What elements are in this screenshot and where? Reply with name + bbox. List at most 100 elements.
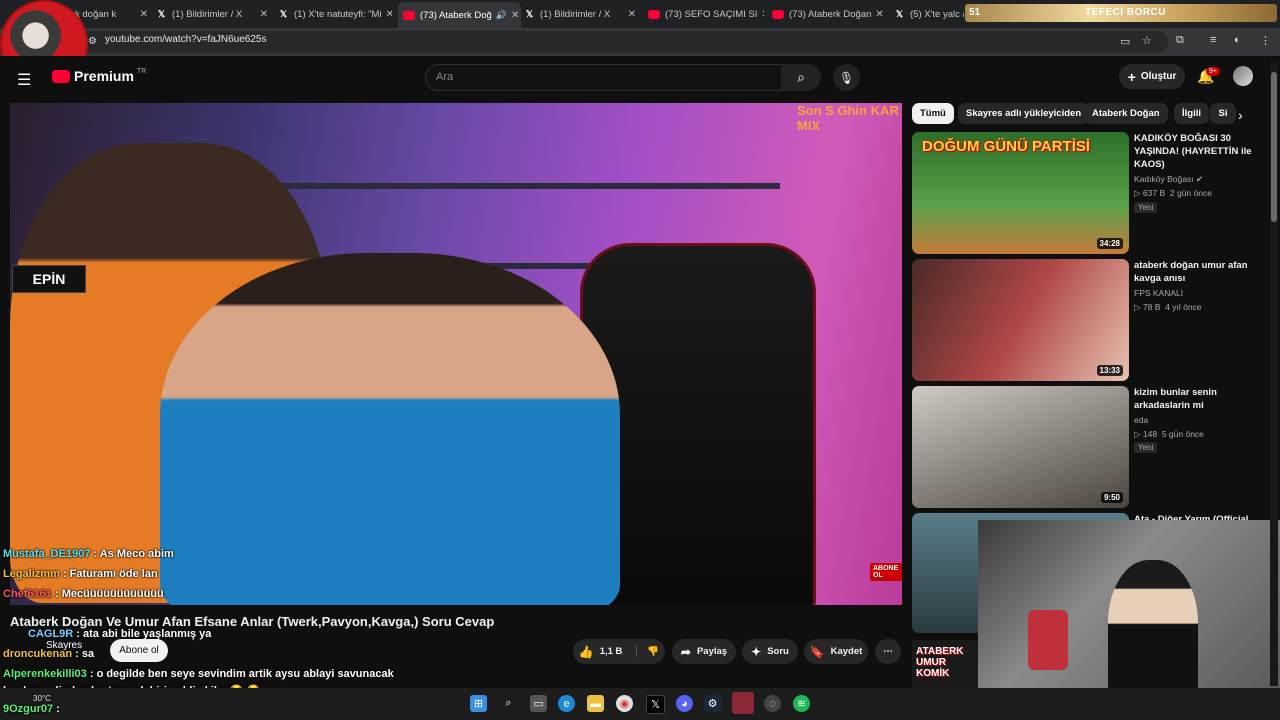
chip-ataberk[interactable]: Ataberk Doğan [1084,103,1168,124]
person-center [160,253,620,605]
media-control-icon[interactable]: ≡ [1210,34,1216,46]
video-title: Ataberk Doğan Ve Umur Afan Efsane Anlar … [10,614,495,629]
browser-tab[interactable]: (73) SEFO SAÇIMI SI✕ [648,4,764,24]
youtube-premium-logo[interactable]: Premium TR [52,68,146,84]
windows-start-icon[interactable]: ⊞ [470,695,487,712]
microphone-icon: 🎙 [838,70,855,85]
partial-thumbnail[interactable]: ATABERK UMUR KOMİK [912,640,978,688]
ask-button[interactable]: ✦ Soru [742,639,798,664]
cast-icon[interactable]: ▭ [1120,35,1130,48]
taskbar-search-icon[interactable]: ⌕ [500,695,517,712]
search-button[interactable]: ⌕ [781,64,821,91]
close-icon[interactable]: ✕ [871,9,886,20]
browser-tab[interactable]: 𝕏 (1) X'te natuteyfi: "Mi ✕ [278,4,392,24]
scrollbar-thumb[interactable] [1271,72,1277,222]
close-icon[interactable]: ✕ [757,9,764,20]
close-icon[interactable]: ✕ [382,9,392,20]
site-info-icon[interactable]: ⚙ [88,36,97,47]
chevron-right-icon[interactable]: › [1238,107,1243,123]
thumbnail-text: ATABERK UMUR KOMİK [916,646,964,679]
webcam-person [1108,560,1198,700]
subscribe-button[interactable]: Abone ol [110,639,168,662]
close-icon[interactable]: ✕ [507,10,521,21]
x-icon: 𝕏 [279,8,288,19]
app-icon[interactable] [732,692,754,714]
logo-country: TR [136,68,147,75]
tab-label: (1) Bildirimler / X [172,8,243,20]
streamer-webcam [978,520,1280,700]
banner-label: TEFECİ BORCU [1085,7,1166,18]
browser-tab[interactable]: 𝕏 (1) Bildirimler / X ✕ [156,4,272,24]
chrome-icon[interactable]: ◉ [616,695,633,712]
youtube-icon [648,9,660,19]
rec-channel[interactable]: eda [1134,415,1148,425]
tab-label: (73) SEFO SAÇIMI SI [665,8,758,20]
recommendation-card[interactable]: DOĞUM GÜNÜ PARTİSİ 34:28 KADIKÖY BOĞASI … [912,132,1267,254]
browser-tab[interactable]: 𝕏 (5) X'te yalc arşi [894,4,964,24]
hamburger-menu-icon[interactable]: ☰ [17,70,31,90]
thumbnail-text: DOĞUM GÜNÜ PARTİSİ [922,138,1091,155]
video-thumbnail[interactable]: 13:33 [912,259,1129,381]
chat-message: : o degilde ben seye sevindim artik aysu… [89,668,394,680]
recommendation-card[interactable]: 13:33 ataberk doğan umur afan kavga anıs… [912,259,1267,381]
rec-title[interactable]: kizim bunlar senin arkadaslarin mi [1134,386,1254,412]
rec-meta: ▷ 78 B 4 yıl önce [1134,302,1202,313]
chat-line: Mustafa_DE1907 : As Meco abim [3,548,174,560]
account-avatar[interactable] [1233,66,1253,86]
create-button[interactable]: + Oluştur [1119,64,1185,89]
close-icon[interactable]: ✕ [624,9,640,20]
rec-channel[interactable]: FPS KANALI [1134,288,1183,298]
youtube-logo-icon [52,69,70,83]
more-actions-button[interactable]: ⋯ [875,639,901,664]
thumbs-down-icon[interactable]: 👎 [636,646,659,657]
edge-icon[interactable]: e [558,695,575,712]
chip-all[interactable]: Tümü [912,103,954,124]
recommendation-card[interactable]: 9:50 kizim bunlar senin arkadaslarin mi … [912,386,1267,508]
save-button[interactable]: 🔖 Kaydet [804,639,868,664]
share-button[interactable]: ➦ Paylaş [672,639,736,664]
discord-icon[interactable]: ◕ [676,695,693,712]
video-player[interactable]: Son S Ghin KAR MIX EPİN ABONE OL [10,103,902,605]
chip-related[interactable]: İlgili [1174,103,1209,124]
notification-badge: 9+ [1206,67,1220,76]
browser-tab[interactable]: (73) Ataberk Doğan ✕ [772,4,886,24]
browser-tab[interactable]: 𝕏 (1) Bildirimler / X ✕ [524,4,640,24]
video-thumbnail[interactable]: DOĞUM GÜNÜ PARTİSİ 34:28 [912,132,1129,254]
x-icon: 𝕏 [157,8,166,19]
page-scrollbar[interactable] [1270,62,1278,686]
task-view-icon[interactable]: ▭ [530,695,547,712]
browser-menu-icon[interactable]: ⋮ [1260,34,1271,47]
extensions-icon[interactable]: ⧉ [1176,34,1184,47]
browser-tab-active[interactable]: (73) Ataberk Doğ 🔊 ✕ [398,2,521,28]
bookmark-star-icon[interactable]: ☆ [1142,34,1152,47]
file-explorer-icon[interactable]: ▬ [587,695,604,712]
rec-channel[interactable]: Kadıköy Boğası ✔ [1134,174,1203,185]
tab-label: (1) X'te natuteyfi: "Mi [294,8,382,20]
weather-temp[interactable]: 30°C [33,694,51,703]
voice-search-button[interactable]: 🎙 [833,64,860,91]
x-app-icon[interactable]: 𝕏 [646,695,665,714]
rec-age: 4 yıl önce [1165,302,1202,312]
banner-number: 51 [969,7,981,18]
new-badge: Yeni [1134,202,1158,213]
spotify-icon[interactable]: ≋ [793,695,810,712]
video-thumbnail[interactable]: 9:50 [912,386,1129,508]
chip-more[interactable]: Si [1210,103,1236,124]
steam-icon[interactable]: ⚙ [704,695,721,712]
speaker-icon[interactable]: 🔊 [496,10,507,21]
rec-title[interactable]: ataberk doğan umur afan kavga anısı [1134,259,1254,285]
app-icon-2[interactable]: ◌ [764,695,781,712]
profile-icon[interactable]: ◐ [1234,34,1241,46]
plus-icon: + [1127,68,1136,85]
chip-uploader[interactable]: Skayres adlı yükleyiciden [958,103,1090,124]
chat-user: 9Ozgur07 [3,703,54,715]
close-icon[interactable]: ✕ [256,9,272,20]
url-text[interactable]: youtube.com/watch?v=faJN6ue625s [105,34,267,45]
like-button[interactable]: 👍 1,1 B 👎 [573,639,665,664]
stream-overlay-banner: 51 TEFECİ BORCU [965,4,1277,22]
close-icon[interactable]: ✕ [136,9,152,20]
rec-title[interactable]: KADIKÖY BOĞASI 30 YAŞINDA! (HAYRETTİN il… [1134,132,1254,171]
epin-logo: EPİN [12,265,86,293]
search-input[interactable]: Ara [425,64,783,91]
chat-user: droncukenan [3,648,73,660]
